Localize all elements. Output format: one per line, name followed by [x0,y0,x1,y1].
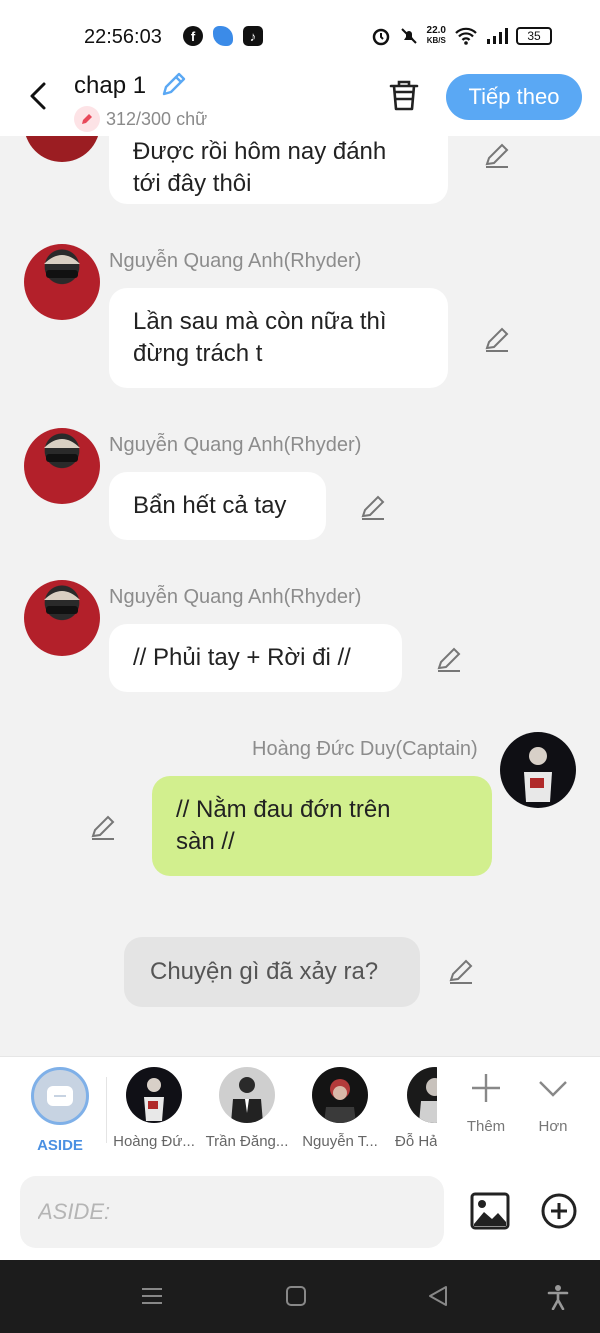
character-aside[interactable]: ASIDE [14,1067,106,1154]
avatar[interactable] [24,136,100,162]
back-button[interactable] [20,78,56,114]
edit-message-icon[interactable] [482,140,512,170]
chat-area[interactable]: Được rồi hôm nay đánh tới đây thôi Nguyễ… [0,136,600,1056]
character-item[interactable]: Nguyễn T... [294,1067,386,1150]
composer [0,1164,600,1260]
character-bar: ASIDE Hoàng Đứ... Trần Đăng... Nguyễn T.… [0,1056,600,1164]
word-count: 312/300 chữ [74,106,207,132]
character-label: Trần Đăng... [205,1133,289,1150]
message-text: Chuyện gì đã xảy ra? [150,958,379,985]
aside-bubble[interactable]: Chuyện gì đã xảy ra? [124,937,420,1007]
net-speed: 22.0 KB/S [426,25,446,46]
message-text: // Phủi tay + Rời đi // [133,644,351,671]
aside-avatar [31,1067,89,1125]
chevron-left-icon [30,82,46,110]
avatar[interactable] [500,732,576,808]
message-text: Được rồi hôm nay đánh [133,138,387,165]
facebook-icon: f [183,26,203,46]
edit-message-icon[interactable] [434,644,464,674]
word-count-text: 312/300 chữ [106,108,208,129]
message-icon [47,1086,73,1106]
avatar[interactable] [24,580,100,656]
pencil-icon [162,72,186,96]
system-nav-bar [0,1260,600,1333]
message-text: đừng trách t [133,340,263,367]
plus-icon [472,1074,500,1102]
add-character-button[interactable]: Thêm [456,1071,516,1135]
edit-title-button[interactable] [160,70,188,103]
add-character-label: Thêm [466,1118,506,1135]
character-label: ASIDE [37,1137,83,1154]
next-button[interactable]: Tiếp theo [446,74,582,120]
character-label: Hoàng Đứ... [113,1133,195,1150]
editor-header: chap 1 312/300 chữ Tiếp theo [0,68,600,136]
insert-image-button[interactable] [470,1192,510,1235]
message-text: // Nằm đau đớn trên [176,796,391,823]
message-bubble[interactable]: Bẩn hết cả tay [109,472,326,540]
message-input[interactable] [20,1176,444,1248]
image-icon [470,1192,510,1230]
mute-icon [400,28,417,44]
sender-name: Hoàng Đức Duy(Captain) [252,738,478,760]
edit-message-icon[interactable] [358,492,388,522]
wifi-icon [455,27,477,45]
edit-message-icon[interactable] [446,956,476,986]
message-bubble[interactable]: // Nằm đau đớn trên sàn // [152,776,492,876]
battery-indicator: 35 [516,27,552,45]
avatar[interactable] [24,428,100,504]
edit-message-icon[interactable] [482,324,512,354]
avatar[interactable] [24,244,100,320]
character-label: Đỗ Hả [395,1133,437,1150]
divider [106,1077,107,1143]
accessibility-icon[interactable] [546,1284,570,1310]
avatar [312,1067,368,1123]
expand-button[interactable]: Hơn [523,1071,583,1135]
pencil-badge-icon [74,106,100,132]
sender-name: Nguyễn Quang Anh(Rhyder) [109,434,362,456]
character-item[interactable]: Đỗ Hả [389,1067,437,1150]
chapter-title[interactable]: chap 1 [74,72,146,100]
notification-icons: f ♪ [183,26,263,46]
avatar [219,1067,275,1123]
message-bubble[interactable]: Được rồi hôm nay đánh tới đây thôi [109,136,448,204]
delete-button[interactable] [388,78,420,117]
back-icon[interactable] [426,1284,450,1308]
home-icon[interactable] [284,1284,308,1308]
edit-message-icon[interactable] [88,812,118,842]
plus-circle-icon [541,1193,577,1229]
message-text: Lần sau mà còn nữa thì [133,308,387,335]
message-bubble[interactable]: // Phủi tay + Rời đi // [109,624,402,692]
sender-name: Nguyễn Quang Anh(Rhyder) [109,250,362,272]
signal-icon [487,28,508,44]
chevron-down-icon [539,1081,567,1097]
message-bubble[interactable]: Lần sau mà còn nữa thì đừng trách t [109,288,448,388]
menu-icon[interactable] [140,1284,164,1308]
character-label: Nguyễn T... [302,1133,378,1150]
status-time: 22:56:03 [84,26,162,48]
tiktok-icon: ♪ [243,26,263,46]
trash-icon [389,80,419,111]
expand-label: Hơn [538,1118,568,1135]
sender-name: Nguyễn Quang Anh(Rhyder) [109,586,362,608]
add-button[interactable] [540,1192,578,1235]
character-item[interactable]: Trần Đăng... [201,1067,293,1150]
avatar [407,1067,437,1123]
system-icons: 22.0 KB/S 35 [371,26,552,46]
status-bar: 22:56:03 f ♪ 22.0 KB/S 35 [0,0,600,68]
character-item[interactable]: Hoàng Đứ... [108,1067,200,1150]
alarm-icon [372,28,389,46]
message-text: tới đây thôi [133,170,252,197]
message-text: sàn // [176,828,235,855]
message-text: Bẩn hết cả tay [133,492,287,519]
messenger-icon [213,26,233,46]
avatar [126,1067,182,1123]
